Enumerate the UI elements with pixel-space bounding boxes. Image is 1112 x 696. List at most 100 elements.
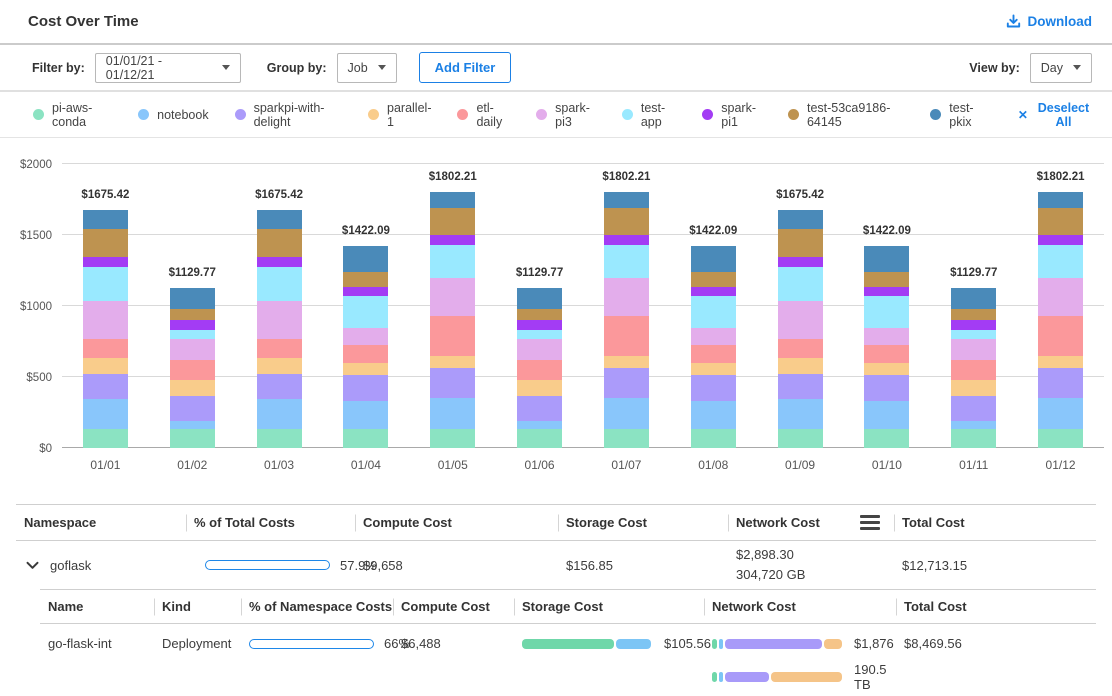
- bar-segment-notebook[interactable]: [83, 399, 128, 429]
- bar-segment-notebook[interactable]: [864, 401, 909, 429]
- bar-segment-test-app[interactable]: [864, 296, 909, 328]
- bar-segment-notebook[interactable]: [257, 399, 302, 429]
- bar-segment-spark-pi1[interactable]: [83, 257, 128, 267]
- bar-segment-pi-aws-conda[interactable]: [170, 429, 215, 447]
- bar-segment-test-pkix[interactable]: [83, 210, 128, 229]
- bar-segment-test-app[interactable]: [83, 267, 128, 301]
- bar-segment-etl-daily[interactable]: [257, 339, 302, 358]
- bar-segment-test-app[interactable]: [604, 245, 649, 278]
- bar-segment-pi-aws-conda[interactable]: [604, 429, 649, 447]
- bar-segment-test-pkix[interactable]: [778, 210, 823, 229]
- bar-segment-spark-pi1[interactable]: [778, 257, 823, 267]
- bar-segment-pi-aws-conda[interactable]: [778, 429, 823, 447]
- table-row-go-flask-int[interactable]: go-flask-int Deployment 66% $6,488 $105.…: [40, 624, 1096, 696]
- stacked-bar-01/04[interactable]: [343, 246, 388, 448]
- bar-segment-parallel-1[interactable]: [691, 363, 736, 375]
- bar-segment-test-53ca9186-64145[interactable]: [864, 272, 909, 287]
- bar-segment-spark-pi3[interactable]: [430, 278, 475, 316]
- bar-segment-notebook[interactable]: [778, 399, 823, 429]
- deselect-all-button[interactable]: ✕ Deselect All: [1018, 101, 1092, 129]
- bar-segment-test-app[interactable]: [257, 267, 302, 301]
- bar-segment-spark-pi1[interactable]: [1038, 235, 1083, 245]
- bar-segment-pi-aws-conda[interactable]: [864, 429, 909, 448]
- bar-segment-test-53ca9186-64145[interactable]: [778, 229, 823, 257]
- bar-segment-test-pkix[interactable]: [257, 210, 302, 229]
- bar-segment-pi-aws-conda[interactable]: [1038, 429, 1083, 447]
- stacked-bar-01/12[interactable]: [1038, 192, 1083, 448]
- stacked-bar-01/02[interactable]: [170, 288, 215, 448]
- bar-segment-spark-pi1[interactable]: [864, 287, 909, 296]
- bar-segment-spark-pi1[interactable]: [170, 320, 215, 331]
- bar-segment-test-53ca9186-64145[interactable]: [257, 229, 302, 257]
- stacked-bar-01/01[interactable]: [83, 210, 128, 448]
- bar-segment-spark-pi1[interactable]: [343, 287, 388, 296]
- bar-segment-test-53ca9186-64145[interactable]: [83, 229, 128, 257]
- bar-segment-parallel-1[interactable]: [1038, 356, 1083, 369]
- bar-segment-test-53ca9186-64145[interactable]: [517, 309, 562, 320]
- bar-segment-test-app[interactable]: [343, 296, 388, 328]
- bar-segment-pi-aws-conda[interactable]: [691, 429, 736, 448]
- bar-segment-etl-daily[interactable]: [1038, 316, 1083, 356]
- bar-segment-notebook[interactable]: [170, 421, 215, 429]
- bar-segment-etl-daily[interactable]: [170, 360, 215, 380]
- bar-segment-test-pkix[interactable]: [170, 288, 215, 309]
- legend-item-test-53ca9186-64145[interactable]: test-53ca9186-64145: [788, 101, 904, 129]
- bar-segment-parallel-1[interactable]: [343, 363, 388, 375]
- download-button[interactable]: Download: [1006, 14, 1093, 29]
- bar-segment-test-pkix[interactable]: [517, 288, 562, 309]
- bar-segment-etl-daily[interactable]: [951, 360, 996, 380]
- bar-segment-sparkpi-with-delight[interactable]: [604, 368, 649, 398]
- stacked-bar-01/10[interactable]: [864, 246, 909, 448]
- bar-segment-parallel-1[interactable]: [83, 358, 128, 374]
- stacked-bar-01/07[interactable]: [604, 192, 649, 448]
- stacked-bar-01/08[interactable]: [691, 246, 736, 448]
- bar-segment-sparkpi-with-delight[interactable]: [83, 374, 128, 399]
- bar-segment-pi-aws-conda[interactable]: [430, 429, 475, 447]
- bar-segment-sparkpi-with-delight[interactable]: [343, 375, 388, 401]
- bar-segment-sparkpi-with-delight[interactable]: [864, 375, 909, 401]
- bar-segment-etl-daily[interactable]: [691, 345, 736, 363]
- legend-item-notebook[interactable]: notebook: [138, 108, 208, 122]
- bar-segment-etl-daily[interactable]: [604, 316, 649, 356]
- bar-segment-test-53ca9186-64145[interactable]: [170, 309, 215, 320]
- bar-segment-spark-pi3[interactable]: [83, 301, 128, 339]
- bar-segment-test-pkix[interactable]: [604, 192, 649, 208]
- bar-segment-pi-aws-conda[interactable]: [83, 429, 128, 447]
- bar-segment-test-53ca9186-64145[interactable]: [951, 309, 996, 320]
- bar-segment-parallel-1[interactable]: [778, 358, 823, 374]
- bar-segment-etl-daily[interactable]: [430, 316, 475, 356]
- bar-segment-sparkpi-with-delight[interactable]: [170, 396, 215, 422]
- bar-segment-pi-aws-conda[interactable]: [257, 429, 302, 447]
- bar-segment-parallel-1[interactable]: [517, 380, 562, 396]
- bar-segment-test-app[interactable]: [517, 330, 562, 339]
- bar-segment-spark-pi1[interactable]: [517, 320, 562, 331]
- bar-segment-pi-aws-conda[interactable]: [517, 429, 562, 447]
- legend-item-spark-pi1[interactable]: spark-pi1: [702, 101, 762, 129]
- bar-segment-test-53ca9186-64145[interactable]: [691, 272, 736, 287]
- bar-segment-test-53ca9186-64145[interactable]: [1038, 208, 1083, 235]
- bar-segment-notebook[interactable]: [604, 398, 649, 429]
- bar-segment-notebook[interactable]: [1038, 398, 1083, 429]
- legend-item-sparkpi-with-delight[interactable]: sparkpi-with-delight: [235, 101, 342, 129]
- bar-segment-test-app[interactable]: [430, 245, 475, 278]
- bar-segment-pi-aws-conda[interactable]: [343, 429, 388, 448]
- bar-segment-sparkpi-with-delight[interactable]: [430, 368, 475, 398]
- bar-segment-spark-pi3[interactable]: [343, 328, 388, 345]
- bar-segment-spark-pi3[interactable]: [691, 328, 736, 345]
- bar-segment-etl-daily[interactable]: [517, 360, 562, 380]
- bar-segment-spark-pi1[interactable]: [691, 287, 736, 296]
- bar-segment-test-app[interactable]: [1038, 245, 1083, 278]
- bar-segment-spark-pi3[interactable]: [170, 339, 215, 360]
- add-filter-button[interactable]: Add Filter: [419, 52, 512, 83]
- legend-item-etl-daily[interactable]: etl-daily: [457, 101, 510, 129]
- bar-segment-etl-daily[interactable]: [83, 339, 128, 358]
- bar-segment-spark-pi1[interactable]: [604, 235, 649, 245]
- bar-segment-spark-pi1[interactable]: [951, 320, 996, 331]
- bar-segment-notebook[interactable]: [691, 401, 736, 429]
- bar-segment-test-pkix[interactable]: [951, 288, 996, 309]
- stacked-bar-01/05[interactable]: [430, 192, 475, 448]
- bar-segment-parallel-1[interactable]: [604, 356, 649, 369]
- bar-segment-spark-pi3[interactable]: [778, 301, 823, 339]
- bar-segment-spark-pi1[interactable]: [430, 235, 475, 245]
- bar-segment-parallel-1[interactable]: [864, 363, 909, 375]
